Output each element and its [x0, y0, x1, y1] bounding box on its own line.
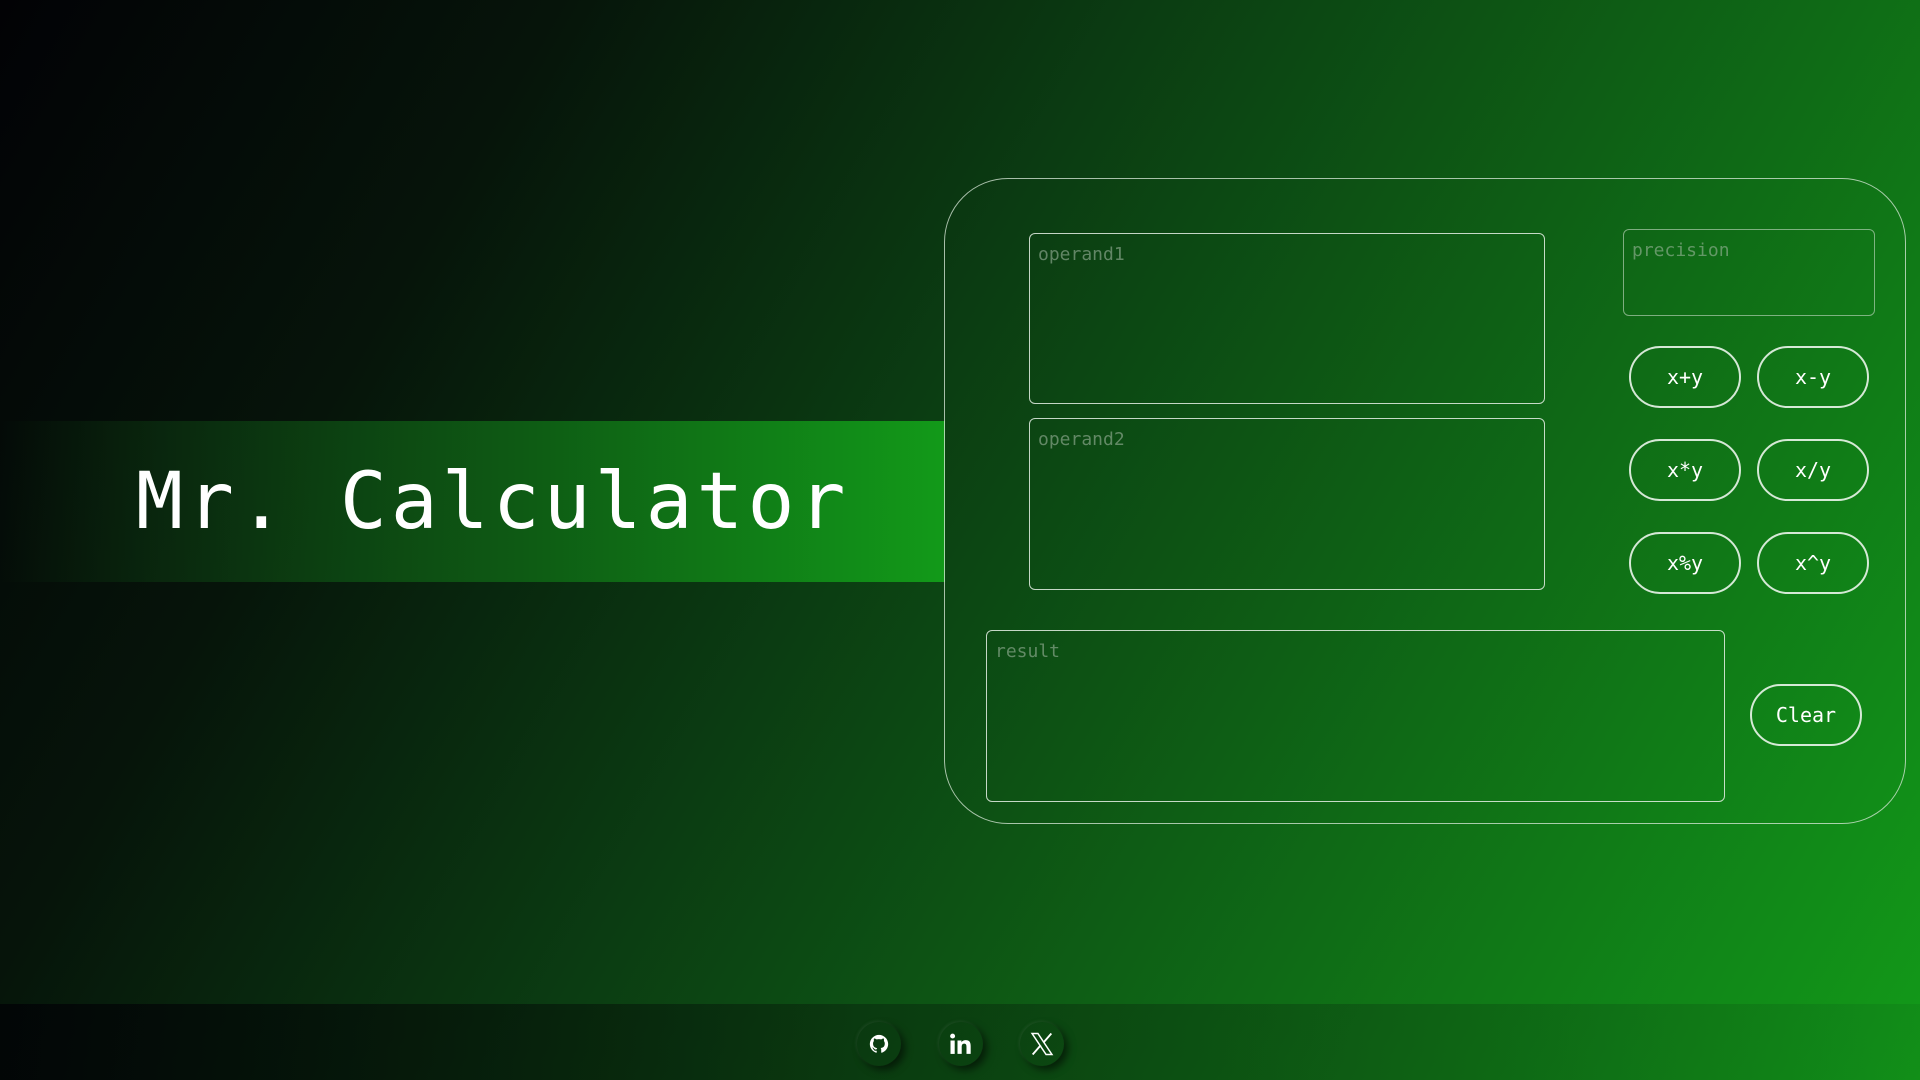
- power-button[interactable]: x^y: [1757, 532, 1869, 594]
- github-link[interactable]: [857, 1022, 901, 1066]
- github-icon: [868, 1033, 890, 1055]
- divide-button[interactable]: x/y: [1757, 439, 1869, 501]
- clear-button[interactable]: Clear: [1750, 684, 1862, 746]
- multiply-button[interactable]: x*y: [1629, 439, 1741, 501]
- add-button[interactable]: x+y: [1629, 346, 1741, 408]
- result-output[interactable]: [986, 630, 1725, 802]
- linkedin-icon: [947, 1030, 975, 1058]
- precision-input[interactable]: [1623, 229, 1875, 316]
- page-title: Mr. Calculator: [136, 457, 850, 547]
- operand1-input[interactable]: [1029, 233, 1545, 404]
- x-twitter-icon: [1028, 1030, 1056, 1058]
- subtract-button[interactable]: x-y: [1757, 346, 1869, 408]
- modulo-button[interactable]: x%y: [1629, 532, 1741, 594]
- operand2-input[interactable]: [1029, 418, 1545, 590]
- x-link[interactable]: [1020, 1022, 1064, 1066]
- linkedin-link[interactable]: [939, 1022, 983, 1066]
